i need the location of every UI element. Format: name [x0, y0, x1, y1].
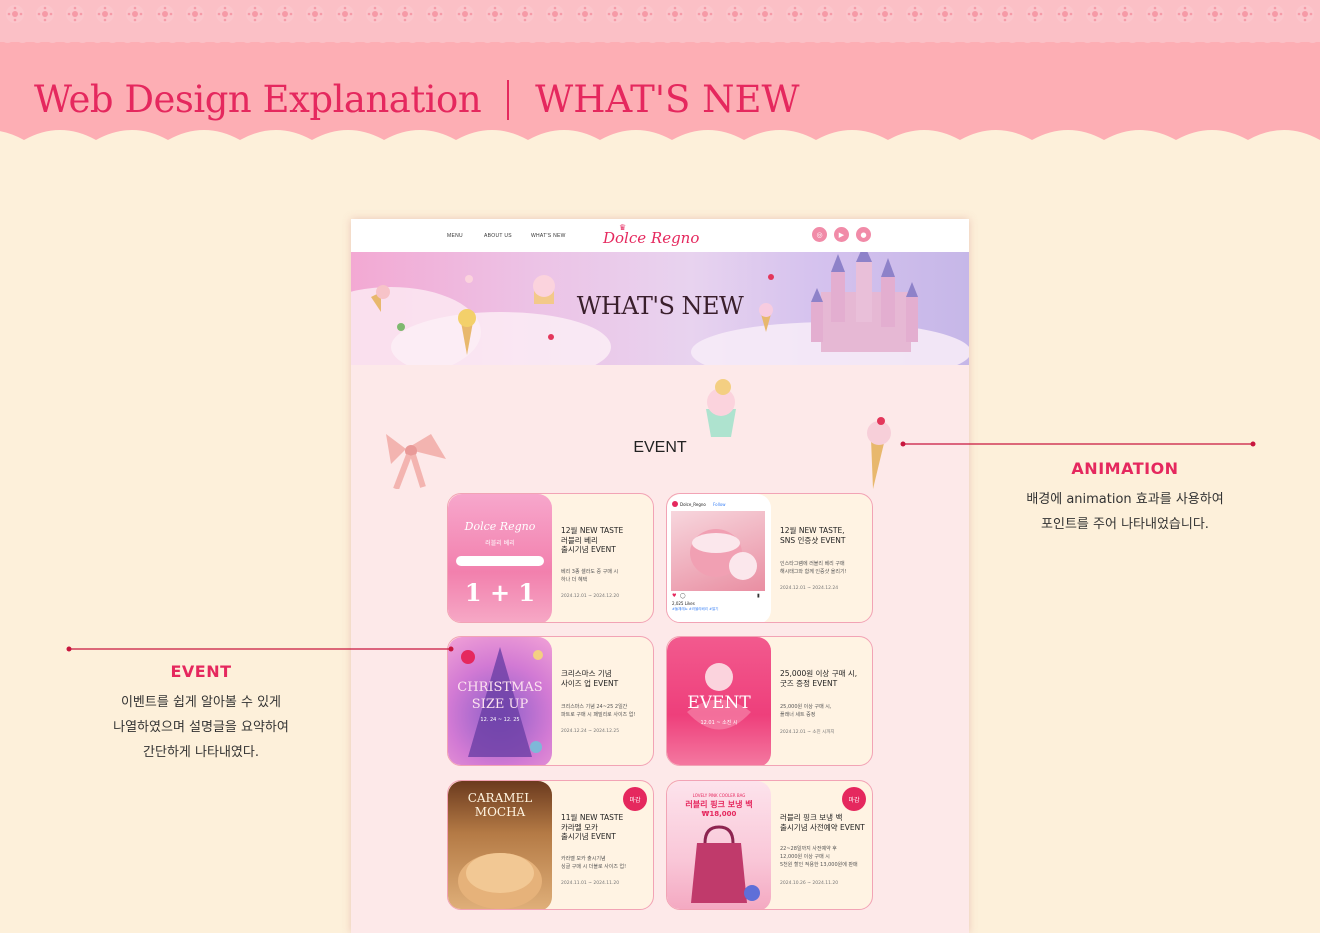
event-card-title: 크리스마스 기념 사이즈 업 EVENT	[561, 669, 619, 688]
heart-icon[interactable]: ♥	[672, 593, 676, 599]
cooler-bag-illustration	[691, 825, 760, 903]
event-card[interactable]: CHRISTMAS SIZE UP 12. 24 ~ 12. 25 크리스마스 …	[447, 636, 654, 766]
heart-decoration	[465, 275, 473, 283]
strawberry-decoration	[548, 334, 554, 340]
header-band: Web Design Explanation WHAT'S NEW	[0, 0, 1320, 175]
event-card-description: 카라멜 모카 출시기념 싱글 구매 시 더블로 사이즈 업!	[561, 856, 627, 870]
leaf-decoration	[397, 323, 405, 331]
annotation-animation-description: 배경에 animation 효과를 사용하여 포인트를 주어 나타내었습니다.	[1026, 492, 1224, 532]
event-card-date: 2024.12.01 ~ 2024.12.20	[561, 594, 620, 599]
event-card[interactable]: CARAMEL MOCHA 마감 11월 NEW TASTE 카라멜 모카 출시…	[447, 780, 654, 910]
header-title-group: Web Design Explanation WHAT'S NEW	[34, 78, 800, 121]
event-card-image: CARAMEL MOCHA	[448, 781, 552, 909]
annotation-animation-title: ANIMATION	[1071, 459, 1179, 478]
event-card-image: LOVELY PINK COOLER BAG 러블리 핑크 보냉 백 ₩18,0…	[667, 781, 771, 909]
event-card-description: 크리스마스 기념 24~25 2일간 파트로 구매 시 패밀리로 사이즈 업!	[561, 704, 636, 718]
image-sub-text: 12.01 ~ 소진 시	[700, 720, 738, 726]
likes-count: 2,025 Likes	[672, 601, 695, 606]
event-card[interactable]: EVENT 12.01 ~ 소진 시 25,000원 이상 구매 시, 굿즈 증…	[666, 636, 873, 766]
youtube-icon[interactable]: ▶	[834, 227, 849, 242]
avatar	[672, 501, 678, 507]
bookmark-icon[interactable]: ▮	[757, 593, 760, 599]
event-card-title: 25,000원 이상 구매 시, 굿즈 증정 EVENT	[780, 669, 858, 688]
event-card-description: 22~28일까지 사전예약 후 12,000원 이상 구매 시 5천원 할인 적…	[780, 846, 858, 868]
event-card-image: EVENT 12.01 ~ 소진 시	[667, 637, 771, 765]
strawberry-decoration	[768, 274, 774, 280]
site-logo[interactable]: Dolce Regno	[603, 229, 699, 247]
follow-link: Follow	[713, 502, 726, 507]
annotation-event-description: 이벤트를 쉽게 알아볼 수 있게 나열하였으며 설명글을 요약하여 간단하게 나…	[113, 695, 289, 760]
image-big-text: EVENT	[687, 693, 751, 713]
event-card-title: 11월 NEW TASTE 카라멜 모카 출시기념 EVENT	[561, 813, 624, 841]
content-decorations	[386, 379, 891, 489]
event-card-image: CHRISTMAS SIZE UP 12. 24 ~ 12. 25	[448, 637, 552, 765]
section-heading-event: EVENT	[633, 439, 687, 456]
event-card-image: Dolce Regno 러블리 베리 1 + 1	[448, 494, 552, 622]
header-divider	[507, 79, 510, 120]
event-card-date: 2024.12.24 ~ 2024.12.25	[561, 729, 620, 734]
event-card-description: 베리 3종 셀라도 중 구매 시 하나 더 혜택	[561, 569, 619, 583]
hashtags: #돌체레뇨 #러블리베리 #딸기	[672, 607, 719, 611]
header-title: Web Design Explanation	[34, 78, 482, 121]
website-mockup: MENU ABOUT US WHAT'S NEW ♛ Dolce Regno ◎…	[351, 219, 969, 933]
hero-banner: WHAT'S NEW	[351, 252, 969, 365]
event-card-title: 12월 NEW TASTE 러블리 베리 출시기념 EVENT	[561, 526, 624, 554]
event-card-date: 2024.12.01 ~ 소진 시까지	[780, 730, 835, 735]
product-photo	[671, 511, 765, 591]
image-banner-strip	[456, 556, 544, 566]
event-card-image: Dolce_Regno Follow ♥ ◯ ▮ 2,025 Likes #돌체…	[667, 494, 771, 622]
image-big-text: CHRISTMAS SIZE UP	[457, 680, 543, 712]
image-big-text: CARAMEL MOCHA	[467, 791, 533, 819]
event-card[interactable]: LOVELY PINK COOLER BAG 러블리 핑크 보냉 백 ₩18,0…	[666, 780, 873, 910]
ice-cream-cup-illustration	[690, 529, 757, 580]
nav-link-menu[interactable]: MENU	[447, 233, 463, 239]
nav-link-whats-new[interactable]: WHAT'S NEW	[531, 233, 566, 239]
event-card-date: 2024.10.26 ~ 2024.11.20	[780, 881, 839, 886]
mockup-navbar: MENU ABOUT US WHAT'S NEW ♛ Dolce Regno ◎…	[351, 219, 969, 252]
image-brand: Dolce Regno	[464, 520, 536, 533]
closed-badge: 마감	[842, 787, 866, 811]
event-card-description: 25,000원 이상 구매 시, 플래너 세트 증정	[780, 704, 832, 718]
event-card-date: 2024.11.01 ~ 2024.11.20	[561, 881, 620, 886]
event-card-title: 12월 NEW TASTE, SNS 인증샷 EVENT	[780, 526, 846, 545]
image-headline: 러블리 베리	[485, 540, 515, 547]
cupcake-decoration	[706, 379, 736, 437]
talk-icon[interactable]: ●	[856, 227, 871, 242]
event-card-title: 러블리 핑크 보냉 백 출시기념 사전예약 EVENT	[780, 813, 865, 832]
event-card-description: 인스타그램에 러블리 베리 구매 해시태그와 함께 인증샷 올리기!	[780, 561, 847, 575]
event-card-date: 2024.12.01 ~ 2024.12.24	[780, 586, 839, 591]
hero-title: WHAT'S NEW	[576, 292, 744, 320]
instagram-account: Dolce_Regno	[680, 502, 706, 507]
instagram-icon[interactable]: ◎	[812, 227, 827, 242]
event-card[interactable]: Dolce_Regno Follow ♥ ◯ ▮ 2,025 Likes #돌체…	[666, 493, 873, 623]
image-big-text: 1 + 1	[464, 578, 536, 607]
closed-badge: 마감	[623, 787, 647, 811]
comment-icon[interactable]: ◯	[680, 593, 686, 599]
nav-link-about-us[interactable]: ABOUT US	[484, 233, 512, 239]
header-subtitle: WHAT'S NEW	[535, 78, 800, 121]
image-sub-text: 12. 24 ~ 12. 25	[480, 717, 520, 723]
event-card[interactable]: Dolce Regno 러블리 베리 1 + 1 12월 NEW TASTE 러…	[447, 493, 654, 623]
annotation-event-title: EVENT	[170, 662, 232, 681]
